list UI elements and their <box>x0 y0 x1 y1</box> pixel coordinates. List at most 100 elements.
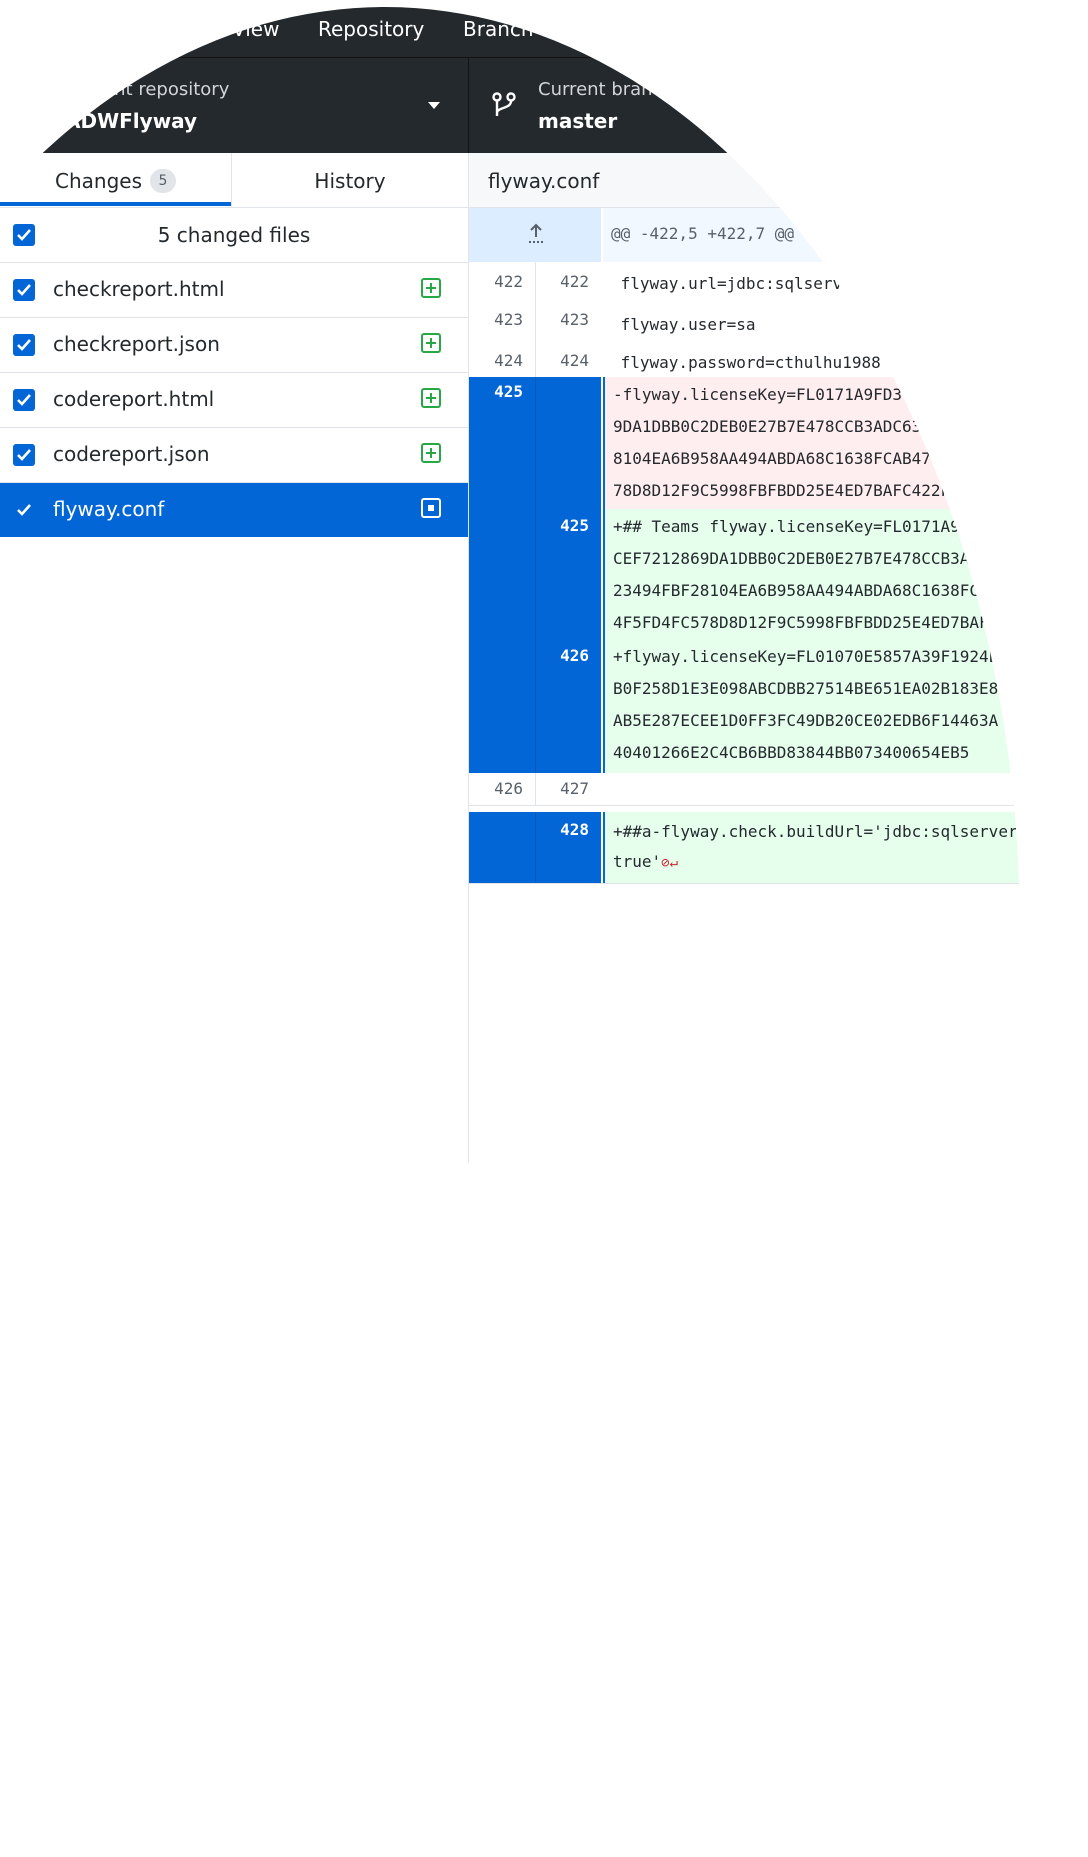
branch-label: Current branch <box>538 79 674 100</box>
new-line-number: 427 <box>560 779 589 798</box>
diff-line-context: 422 422 flyway.url=jdbc:sqlserver://loca… <box>469 262 1088 302</box>
active-tab-indicator <box>0 202 231 206</box>
file-row-flyway-conf[interactable]: flyway.conf <box>0 483 468 537</box>
diff-line-deleted[interactable]: 425 -flyway.licenseKey=FL0171A9FD37E70C1… <box>469 377 1088 509</box>
tab-changes-label: Changes <box>55 169 142 193</box>
file-row-codereport-json[interactable]: codereport.json <box>0 428 468 483</box>
diff-line-added[interactable]: 428 +##a-flyway.check.buildUrl='jdbc:sql… <box>469 812 1088 883</box>
menu-help[interactable]: Help <box>568 17 614 41</box>
file-added-icon <box>421 388 441 408</box>
changes-sidebar: Changes 5 History 5 changed files checkre… <box>0 153 469 1163</box>
repository-label: Current repository <box>65 79 230 100</box>
menu-bar: View Repository Branch Help <box>0 0 1088 57</box>
select-all-row: 5 changed files <box>0 208 468 263</box>
new-line-number: 428 <box>560 820 589 839</box>
line-text-last: true'⊘↵ <box>613 852 678 871</box>
branch-name: master <box>538 109 618 133</box>
old-line-number: 423 <box>494 310 523 329</box>
file-checkbox[interactable] <box>13 499 35 521</box>
diff-line-added[interactable]: 426 +flyway.licenseKey=FL01070E5857A39F1… <box>469 639 1088 773</box>
checkmark-icon <box>17 394 31 406</box>
line-text: 40401266E2C4CB6BBD83844BB073400654EB5 <box>613 743 970 762</box>
file-row-checkreport-json[interactable]: checkreport.json <box>0 318 468 373</box>
file-added-icon <box>421 333 441 353</box>
new-line-number: 423 <box>560 310 589 329</box>
diff-view: flyway.conf @@ -422,5 +422,7 @@ flyway.d… <box>469 153 1088 1163</box>
diff-line-added[interactable]: 425 +## Teams flyway.licenseKey=FL0171A9… <box>469 509 1088 639</box>
tab-history-label: History <box>314 169 386 193</box>
file-name: codereport.json <box>53 442 210 466</box>
line-text: 8104EA6B958AA494ABDA68C1638FCAB47C9FD2 <box>613 449 980 468</box>
file-checkbox[interactable] <box>13 389 35 411</box>
line-text: flyway.url=jdbc:sqlserver://localhost <box>611 274 978 293</box>
branch-icon <box>491 90 517 124</box>
line-text: 23494FBF28104EA6B958AA494ABDA68C1638FCA <box>613 581 989 600</box>
hunk-header-row: @@ -422,5 +422,7 @@ flyway.defaultSchema… <box>469 208 1088 262</box>
line-text: 9DA1DBB0C2DEB0E27B7E478CCB3ADC638ED381 <box>613 417 980 436</box>
line-text: +##a-flyway.check.buildUrl='jdbc:sqlserv… <box>613 822 1018 841</box>
file-row-codereport-html[interactable]: codereport.html <box>0 373 468 428</box>
line-text: 4F5FD4FC578D8D12F9C5998FBFBDD25E4ED7BAF <box>613 613 989 632</box>
no-newline-icon: ⊘↵ <box>661 855 679 871</box>
checkmark-icon <box>17 504 31 516</box>
line-text: CEF7212869DA1DBB0C2DEB0E27B7E478CCB3ADC <box>613 549 989 568</box>
file-checkbox[interactable] <box>13 444 35 466</box>
current-repository-button[interactable]: Current repository ADWFlyway <box>0 58 469 153</box>
line-text: flyway.user=sa <box>611 315 756 334</box>
repo-icon <box>19 90 41 122</box>
file-name: codereport.html <box>53 387 215 411</box>
chevron-down-icon <box>863 102 875 109</box>
old-line-number: 425 <box>494 382 523 401</box>
old-line-number: 422 <box>494 272 523 291</box>
row-divider <box>469 883 1088 884</box>
expand-up-button[interactable] <box>469 208 601 262</box>
line-text: 78D8D12F9C5998FBFBDD25E4ED7BAFC422F47 <box>613 481 970 500</box>
diff-file-header: flyway.conf <box>469 153 1088 208</box>
tab-history[interactable]: History <box>232 153 468 207</box>
line-text: -flyway.licenseKey=FL0171A9FD37E70C17E <box>613 385 980 404</box>
old-line-number: 426 <box>494 779 523 798</box>
hunk-header-text: @@ -422,5 +422,7 @@ flyway.defaultSchema… <box>611 224 1006 243</box>
file-row-checkreport-html[interactable]: checkreport.html <box>0 263 468 318</box>
file-name: flyway.conf <box>53 497 165 521</box>
checkmark-icon <box>17 284 31 296</box>
diff-line-context: 426 427 <box>469 773 1088 805</box>
line-text: true' <box>613 852 662 871</box>
file-checkbox[interactable] <box>13 279 35 301</box>
line-text: +## Teams flyway.licenseKey=FL0171A9FD37 <box>613 517 999 536</box>
sidebar-tabs: Changes 5 History <box>0 153 468 208</box>
menu-branch[interactable]: Branch <box>463 17 534 41</box>
new-line-number: 424 <box>560 351 589 370</box>
changes-count-badge: 5 <box>150 168 176 193</box>
file-added-icon <box>421 443 441 463</box>
sync-icon <box>926 90 952 120</box>
fetch-origin-button[interactable]: Fetch origin Last fetched <box>906 58 1088 153</box>
menu-view[interactable]: View <box>232 17 279 41</box>
current-branch-button[interactable]: Current branch master <box>469 58 906 153</box>
file-added-icon <box>421 278 441 298</box>
file-name: checkreport.html <box>53 277 225 301</box>
new-line-number: 425 <box>560 516 589 535</box>
row-divider <box>469 805 1088 806</box>
checkmark-icon <box>17 339 31 351</box>
repository-name: ADWFlyway <box>65 109 198 133</box>
chevron-down-icon <box>428 102 440 109</box>
file-name: checkreport.json <box>53 332 220 356</box>
fetch-sub: Last fetched <box>974 111 1086 132</box>
line-text: AB5E287ECEE1D0FF3FC49DB20CE02EDB6F14463A <box>613 711 999 730</box>
checkmark-icon <box>17 449 31 461</box>
toolbar: Current repository ADWFlyway Current bra… <box>0 57 1088 153</box>
old-line-number: 424 <box>494 351 523 370</box>
diff-line-context: 423 423 flyway.user=sa <box>469 302 1088 340</box>
menu-repository[interactable]: Repository <box>318 17 424 41</box>
file-modified-icon <box>421 498 441 518</box>
expand-up-icon <box>529 223 543 243</box>
line-text: flyway.password=cthulhu1988 <box>611 353 881 372</box>
diff-line-context: 424 424 flyway.password=cthulhu1988 <box>469 340 1088 377</box>
new-line-number: 422 <box>560 272 589 291</box>
diff-file-name: flyway.conf <box>488 169 600 193</box>
tab-changes[interactable]: Changes 5 <box>0 153 232 207</box>
changed-files-summary: 5 changed files <box>157 223 311 247</box>
file-checkbox[interactable] <box>13 334 35 356</box>
new-line-number: 426 <box>560 646 589 665</box>
